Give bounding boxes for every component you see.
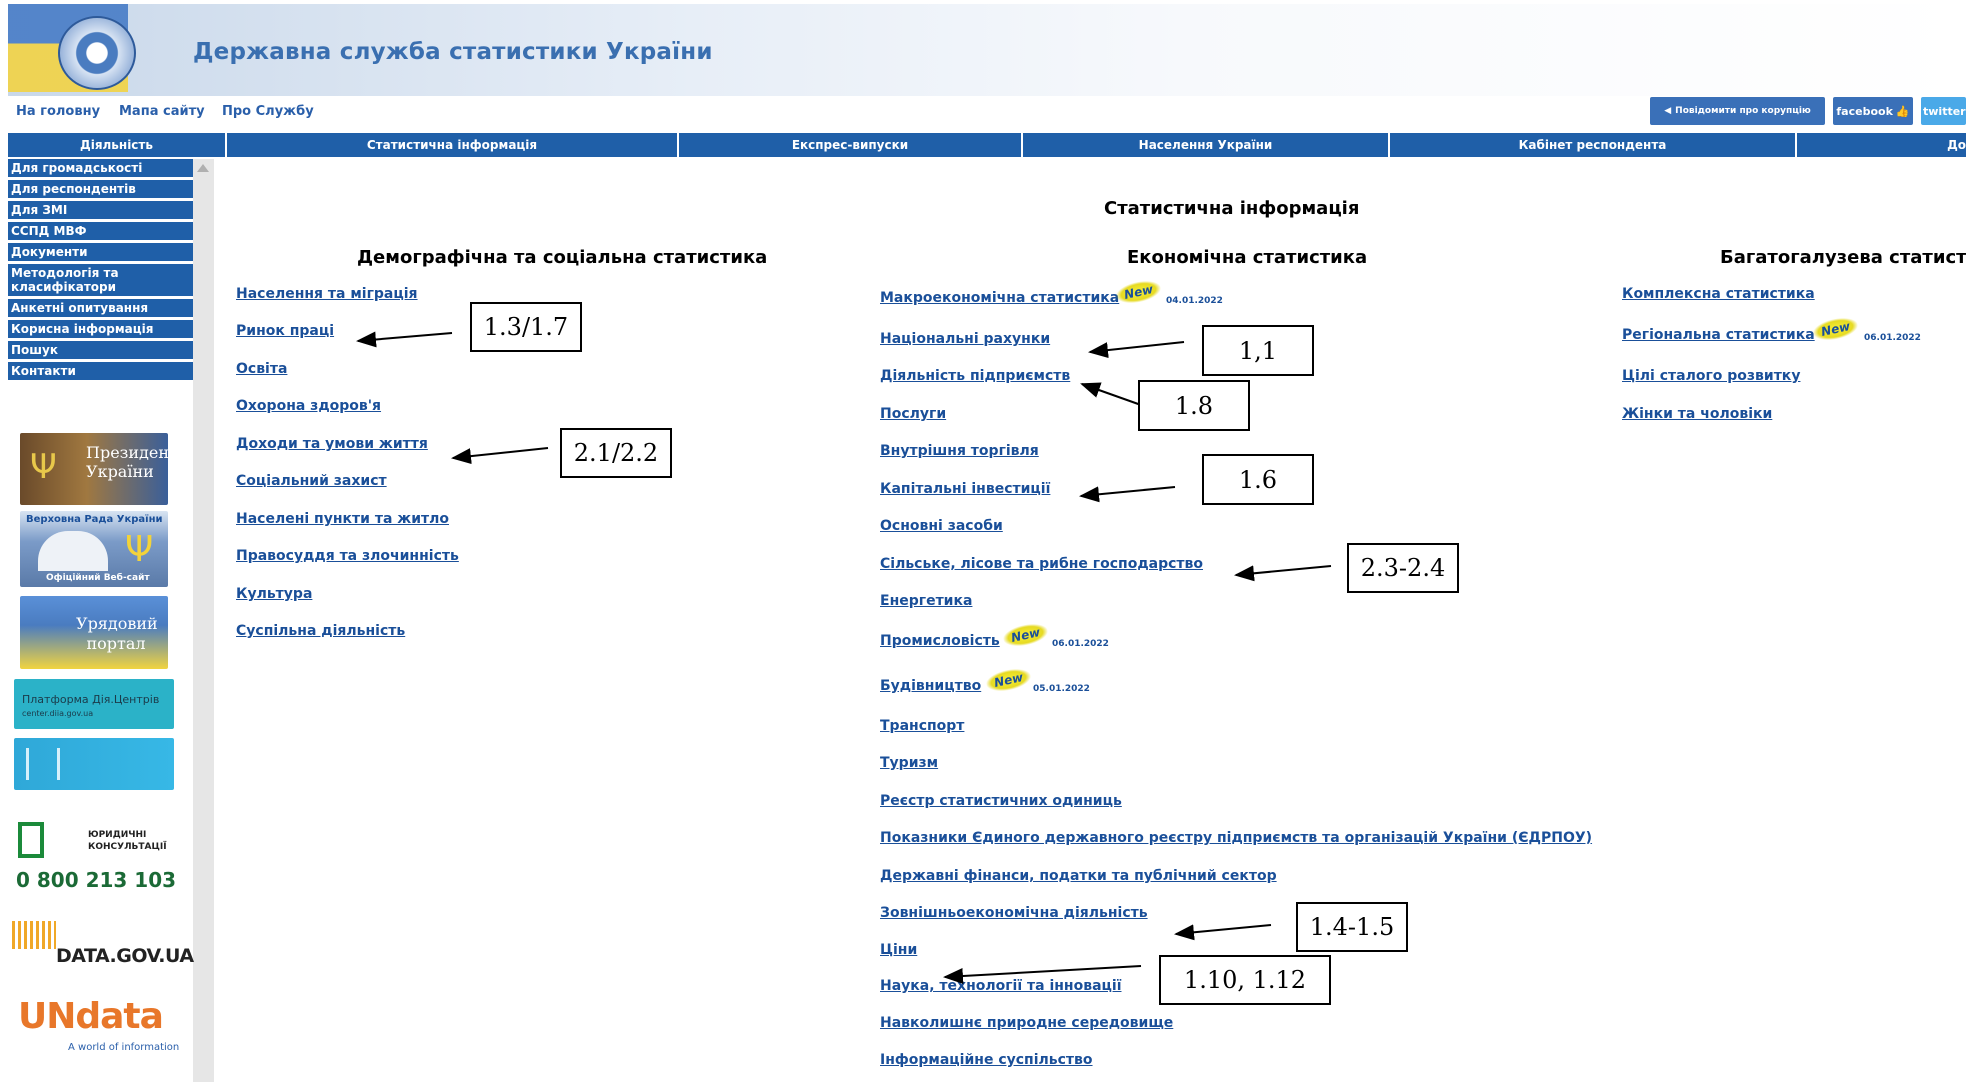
annotation-arrows <box>356 331 1332 984</box>
annotation-arrow <box>1080 382 1142 406</box>
annotation-arrow <box>1234 565 1332 582</box>
annotation-arrow <box>1174 924 1272 941</box>
annotation-arrow <box>356 331 453 348</box>
annotation-arrow <box>1079 486 1176 503</box>
annotation-label: 1.3/1.7 <box>470 302 582 352</box>
annotation-label: 1.4-1.5 <box>1296 902 1408 952</box>
annotation-arrow <box>1088 341 1185 359</box>
annotation-label: 1.8 <box>1138 380 1250 431</box>
annotation-label: 2.1/2.2 <box>560 428 672 478</box>
annotation-label: 2.3-2.4 <box>1347 543 1459 593</box>
annotation-label: 1,1 <box>1202 325 1314 376</box>
annotation-arrow <box>943 965 1142 984</box>
annotation-arrow <box>451 447 549 465</box>
annotation-label: 1.6 <box>1202 454 1314 505</box>
annotation-label: 1.10, 1.12 <box>1159 955 1331 1005</box>
